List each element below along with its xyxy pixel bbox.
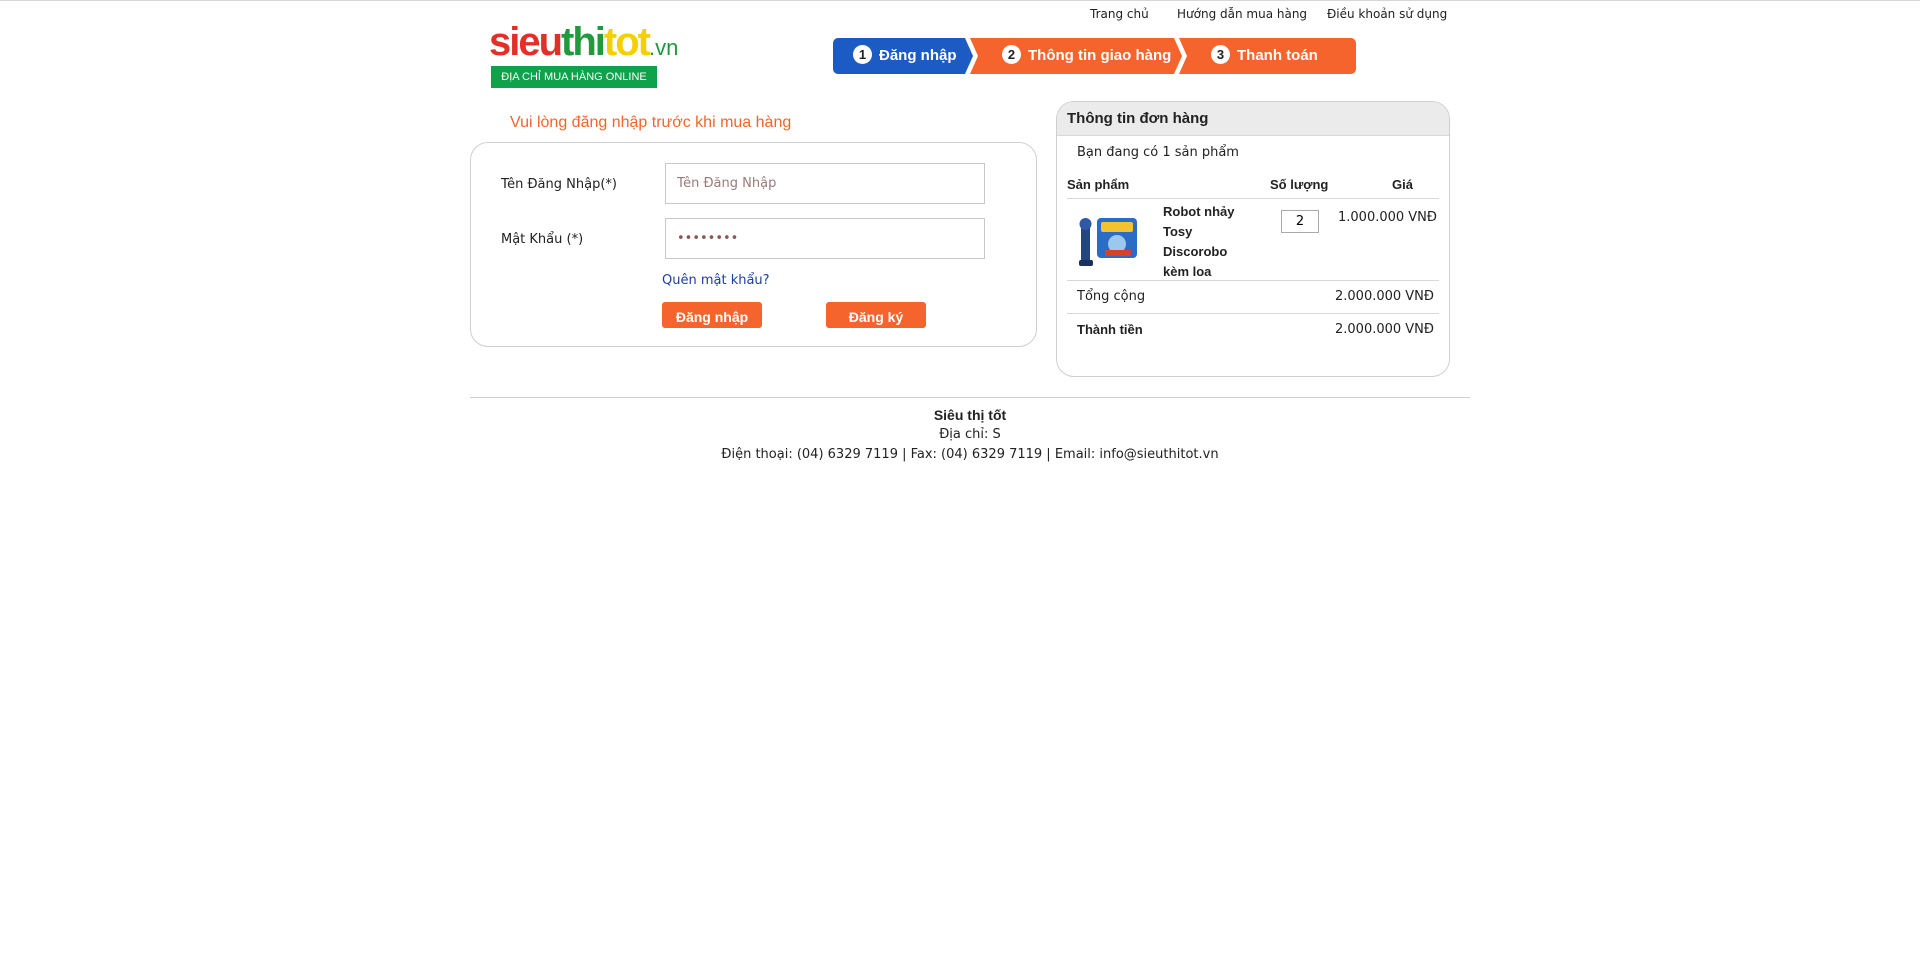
step-label: Đăng nhập	[879, 47, 957, 64]
login-prompt-title: Vui lòng đăng nhập trước khi mua hàng	[510, 114, 792, 131]
username-label: Tên Đăng Nhập(*)	[501, 177, 617, 192]
footer-divider	[470, 397, 1470, 398]
footer-address: Địa chỉ: S	[939, 427, 1001, 442]
column-header-price: Giá	[1392, 177, 1413, 192]
step-login[interactable]: 1 Đăng nhập	[833, 38, 973, 74]
table-divider	[1067, 313, 1439, 314]
order-summary: Thông tin đơn hàng Bạn đang có 1 sản phẩ…	[1056, 101, 1450, 377]
order-summary-header: Thông tin đơn hàng	[1057, 102, 1449, 136]
top-border	[0, 0, 1920, 1]
product-thumbnail[interactable]	[1075, 210, 1139, 270]
site-logo[interactable]: sieuthitot.vn ĐỊA CHỈ MUA HÀNG ONLINE	[489, 20, 678, 90]
order-summary-title: Thông tin đơn hàng	[1067, 110, 1209, 127]
step-payment[interactable]: 3 Thanh toán	[1179, 38, 1356, 74]
product-price: 1.000.000 VNĐ	[1338, 210, 1437, 225]
username-input[interactable]	[665, 163, 985, 204]
total-value: 2.000.000 VNĐ	[1335, 322, 1434, 337]
step-shipping-info[interactable]: 2 Thông tin giao hàng	[970, 38, 1182, 74]
cart-count-text: Bạn đang có 1 sản phẩm	[1077, 145, 1239, 160]
table-divider	[1067, 280, 1439, 281]
step-number: 3	[1211, 45, 1230, 64]
nav-link-terms[interactable]: Điều khoản sử dụng	[1327, 7, 1447, 21]
quantity-input[interactable]	[1281, 210, 1319, 233]
column-header-quantity: Số lượng	[1270, 177, 1329, 192]
nav-link-shopping-guide[interactable]: Hướng dẫn mua hàng	[1177, 7, 1307, 21]
product-name[interactable]: Robot nhảy Tosy Discorobo kèm loa	[1163, 202, 1253, 282]
step-label: Thông tin giao hàng	[1028, 47, 1172, 64]
table-divider	[1067, 198, 1439, 199]
column-header-product: Sản phẩm	[1067, 177, 1130, 192]
nav-link-home[interactable]: Trang chủ	[1090, 7, 1149, 21]
subtotal-label: Tổng cộng	[1077, 289, 1146, 304]
login-button[interactable]: Đăng nhập	[662, 302, 762, 328]
footer-contact: Điện thoại: (04) 6329 7119 | Fax: (04) 6…	[721, 447, 1219, 462]
checkout-steps: 1 Đăng nhập 2 Thông tin giao hàng 3 Thanh t…	[833, 38, 1356, 74]
footer: Siêu thị tốt Địa chỉ: S Điện thoại: (04)…	[470, 405, 1470, 465]
password-input[interactable]	[665, 218, 985, 259]
register-button[interactable]: Đăng ký	[826, 302, 926, 328]
password-label: Mật Khẩu (*)	[501, 232, 584, 247]
total-label: Thành tiền	[1077, 322, 1143, 337]
step-number: 1	[853, 45, 872, 64]
logo-wordmark: sieuthitot.vn	[489, 20, 679, 64]
logo-tagline: ĐỊA CHỈ MUA HÀNG ONLINE	[491, 66, 657, 88]
subtotal-value: 2.000.000 VNĐ	[1335, 289, 1434, 304]
login-form: Tên Đăng Nhập(*) Mật Khẩu (*) Quên mật k…	[470, 142, 1037, 347]
step-number: 2	[1002, 45, 1021, 64]
robot-toy-image	[1079, 218, 1137, 266]
footer-company-name: Siêu thị tốt	[933, 407, 1007, 423]
forgot-password-link[interactable]: Quên mật khẩu?	[662, 273, 770, 288]
step-label: Thanh toán	[1237, 47, 1318, 64]
